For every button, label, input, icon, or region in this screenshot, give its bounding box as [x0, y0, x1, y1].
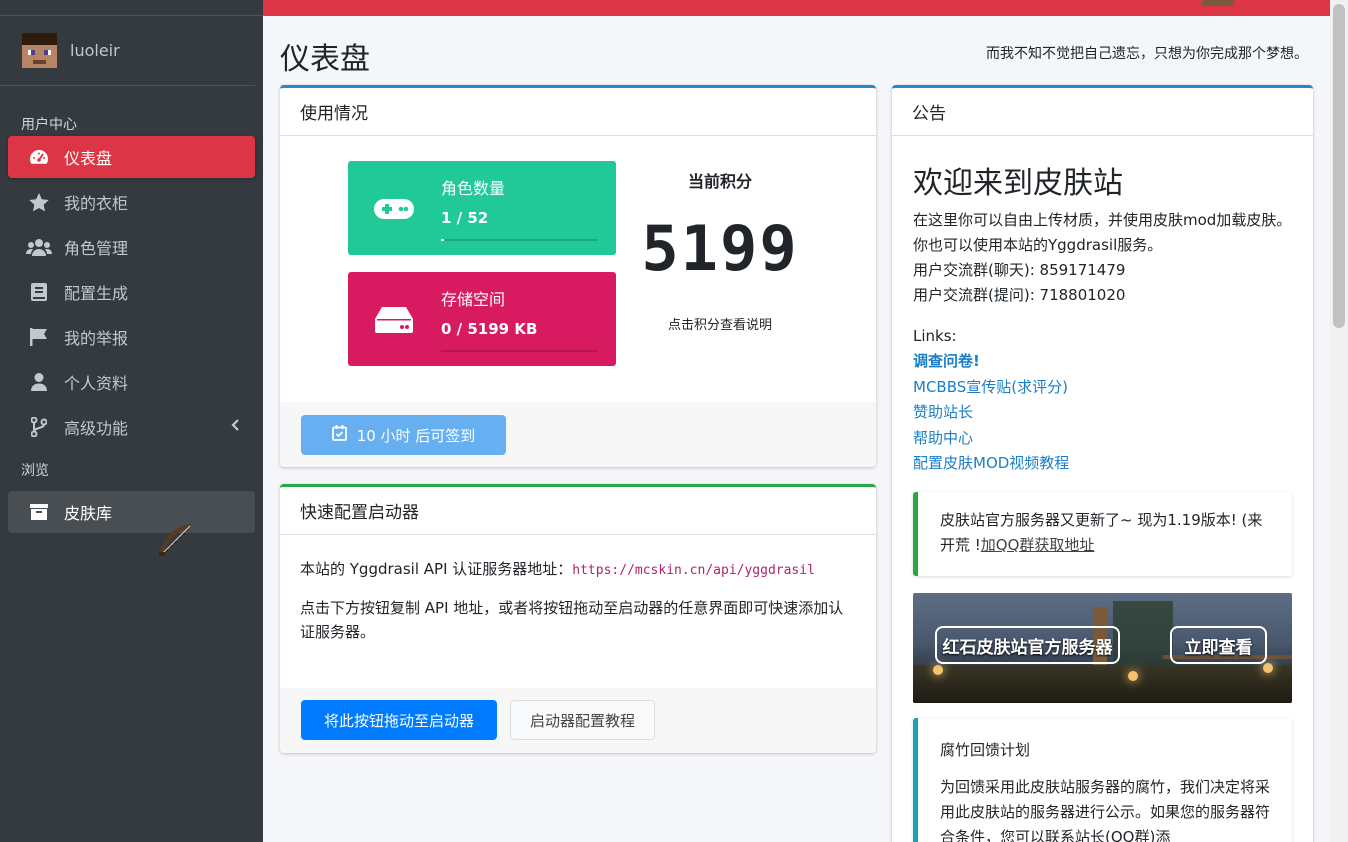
group-chat: 用户交流群(聊天): 859171479 — [913, 261, 1126, 279]
nav-header-browse: 浏览 — [21, 463, 49, 479]
qq-group-link[interactable]: 加QQ群获取地址 — [981, 536, 1095, 554]
link-sponsor[interactable]: 赞助站长 — [913, 400, 1292, 426]
launcher-help-text: 点击下方按钮复制 API 地址，或者将按钮拖动至启动器的任意界面即可快速添加认证… — [300, 598, 844, 641]
sidebar-item-label: 角色管理 — [64, 239, 129, 258]
sidebar-item-label: 我的举报 — [64, 329, 129, 348]
users-icon — [26, 237, 52, 257]
announcement-card-header: 公告 — [892, 88, 1313, 136]
usage-card-footer: 10 小时 后可签到 — [280, 402, 876, 467]
checkin-label: 10 小时 后可签到 — [356, 426, 476, 445]
usage-card: 使用情况 角色数量 1 / 52 存储空间 0 / 5199 KB 当前积分 5… — [280, 85, 876, 467]
sidebar-item-label: 皮肤库 — [64, 504, 113, 523]
storage-label: 存储空间 — [441, 290, 506, 309]
sidebar-item-skinlib[interactable]: 皮肤库 — [8, 491, 255, 533]
launcher-card-header: 快速配置启动器 — [280, 487, 876, 535]
user-panel[interactable]: luoleir — [0, 16, 255, 86]
players-label: 角色数量 — [441, 179, 506, 198]
user-icon — [26, 372, 52, 392]
top-navbar — [263, 0, 1330, 16]
storage-info-box: 存储空间 0 / 5199 KB — [348, 272, 616, 366]
avatar[interactable] — [22, 33, 57, 68]
brand-area — [0, 0, 263, 16]
sidebar-item-players[interactable]: 角色管理 — [8, 226, 255, 268]
page-title: 仪表盘 — [280, 42, 370, 77]
sidebar-item-advanced[interactable]: 高级功能 — [8, 406, 255, 448]
link-help-center[interactable]: 帮助中心 — [913, 426, 1292, 452]
scrollbar-thumb[interactable] — [1333, 4, 1345, 328]
drag-to-launcher-button[interactable]: 将此按钮拖动至启动器 — [301, 700, 497, 740]
banner-view-button[interactable]: 立即查看 — [1170, 626, 1267, 664]
players-progress — [441, 239, 598, 241]
usage-card-header: 使用情况 — [280, 88, 876, 136]
link-mod-tutorial[interactable]: 配置皮肤MOD视频教程 — [913, 451, 1292, 477]
announcement-title: 欢迎来到皮肤站 — [913, 166, 1123, 201]
page-scrollbar[interactable] — [1330, 0, 1348, 842]
plan-title: 腐竹回馈计划 — [940, 741, 1031, 759]
calendar-check-icon — [331, 425, 347, 445]
announcement-card: 公告 欢迎来到皮肤站 在这里你可以自由上传材质，并使用皮肤mod加载皮肤。你也可… — [892, 85, 1313, 842]
players-value: 1 / 52 — [441, 209, 489, 227]
bow-cursor-icon — [158, 522, 194, 562]
sidebar-item-label: 仪表盘 — [64, 149, 113, 168]
players-info-box: 角色数量 1 / 52 — [348, 161, 616, 255]
link-mcbbs[interactable]: MCBBS宣传贴(求评分) — [913, 375, 1292, 401]
api-text: 本站的 Yggdrasil API 认证服务器地址： — [300, 560, 573, 578]
sidebar-item-label: 高级功能 — [64, 419, 129, 438]
sidebar: luoleir 用户中心 仪表盘 我的衣柜 角色管理 配置生成 我的举报 个人资… — [0, 0, 263, 842]
sidebar-item-reports[interactable]: 我的举报 — [8, 316, 255, 358]
server-banner[interactable]: 红石皮肤站官方服务器 立即查看 — [913, 593, 1292, 703]
star-icon — [26, 192, 52, 212]
launcher-tutorial-button[interactable]: 启动器配置教程 — [510, 700, 655, 740]
book-icon — [26, 282, 52, 302]
storage-value: 0 / 5199 KB — [441, 320, 538, 338]
link-survey[interactable]: 调查问卷! — [913, 349, 1292, 375]
sidebar-item-config[interactable]: 配置生成 — [8, 271, 255, 313]
api-url[interactable]: https://mcskin.cn/api/yggdrasil — [572, 563, 815, 578]
banner-server-button[interactable]: 红石皮肤站官方服务器 — [935, 626, 1120, 664]
sidebar-item-dashboard[interactable]: 仪表盘 — [8, 136, 255, 178]
storage-progress — [441, 350, 598, 352]
sidebar-item-closet[interactable]: 我的衣柜 — [8, 181, 255, 223]
flag-icon — [26, 327, 52, 347]
username[interactable]: luoleir — [70, 41, 120, 60]
sidebar-item-label: 配置生成 — [64, 284, 129, 303]
server-update-callout: 皮肤站官方服务器又更新了~ 现为1.19版本! (来开荒 !加QQ群获取地址 — [913, 492, 1292, 576]
score-note[interactable]: 点击积分查看说明 — [640, 314, 800, 333]
checkin-button[interactable]: 10 小时 后可签到 — [301, 415, 506, 455]
branch-icon — [26, 417, 52, 437]
navbar-avatar[interactable] — [1202, 0, 1234, 6]
sidebar-item-label: 我的衣柜 — [64, 194, 129, 213]
gamepad-icon — [374, 195, 414, 223]
links-label: Links: — [913, 327, 957, 345]
feedback-plan-callout: 腐竹回馈计划 为回馈采用此皮肤站服务器的腐竹，我们决定将采用此皮肤站的服务器进行… — [913, 718, 1292, 842]
archive-icon — [26, 502, 52, 522]
api-address-line: 本站的 Yggdrasil API 认证服务器地址：https://mcskin… — [300, 557, 856, 582]
plan-text: 为回馈采用此皮肤站服务器的腐竹，我们决定将采用此皮肤站的服务器进行公示。如果您的… — [940, 778, 1271, 842]
launcher-card: 快速配置启动器 本站的 Yggdrasil API 认证服务器地址：https:… — [280, 484, 876, 753]
sidebar-item-profile[interactable]: 个人资料 — [8, 361, 255, 403]
nav-header-user: 用户中心 — [21, 117, 77, 133]
launcher-card-footer: 将此按钮拖动至启动器 启动器配置教程 — [280, 688, 876, 753]
sidebar-item-label: 个人资料 — [64, 374, 129, 393]
score-title: 当前积分 — [687, 172, 752, 191]
score-value[interactable]: 5199 — [625, 212, 815, 285]
hdd-icon — [374, 306, 414, 334]
group-qa: 用户交流群(提问): 718801020 — [913, 286, 1126, 304]
dashboard-icon — [26, 147, 52, 167]
page-motto: 而我不知不觉把自己遗忘，只想为你完成那个梦想。 — [986, 46, 1308, 62]
chevron-left-icon[interactable] — [223, 419, 247, 435]
announcement-intro: 在这里你可以自由上传材质，并使用皮肤mod加载皮肤。你也可以使用本站的Yggdr… — [913, 211, 1292, 254]
